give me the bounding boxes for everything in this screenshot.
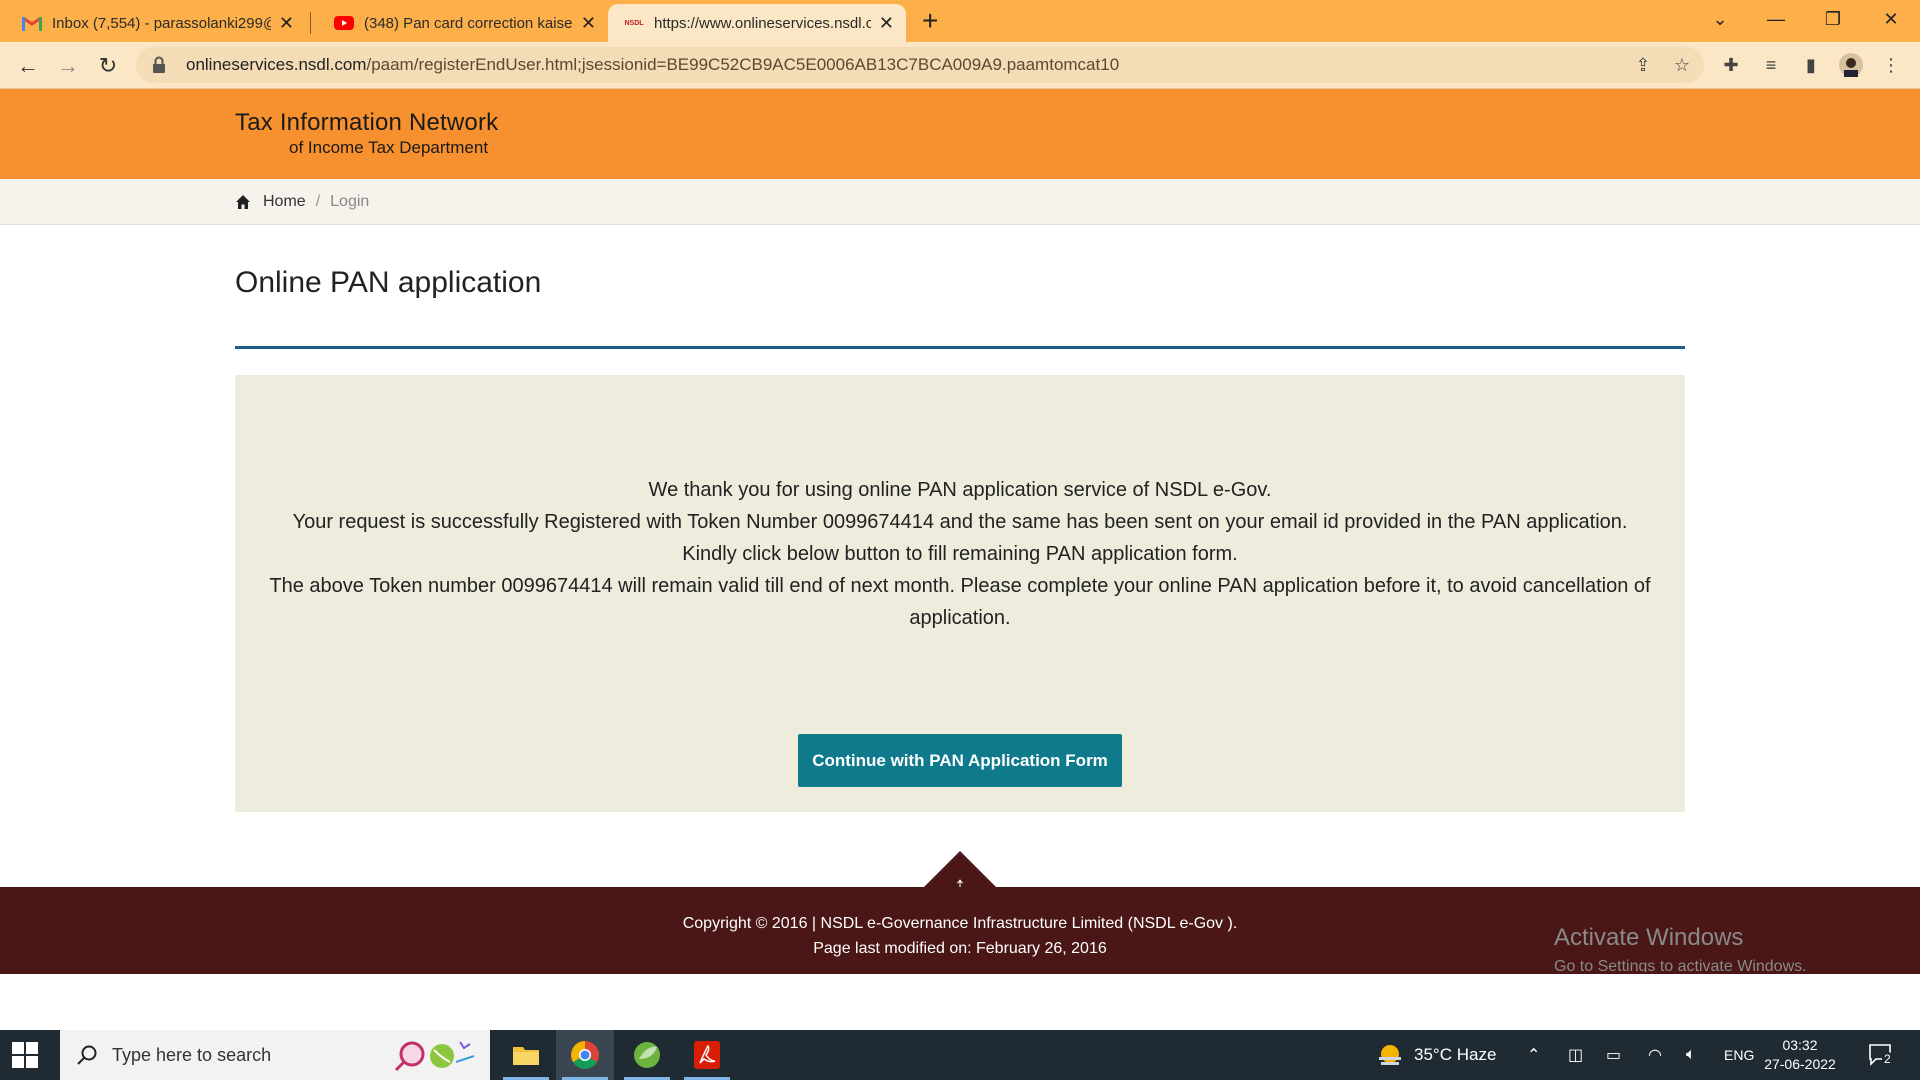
forward-icon[interactable]: → <box>52 50 84 82</box>
breadcrumb-separator: / <box>315 192 321 210</box>
url-host: onlineservices.nsdl.com <box>186 55 367 74</box>
weather-widget[interactable]: 35°C Haze <box>1376 1030 1496 1080</box>
url-text: onlineservices.nsdl.com/paam/registerEnd… <box>186 55 1119 75</box>
weather-text: 35°C Haze <box>1414 1045 1497 1064</box>
gmail-icon <box>22 13 42 33</box>
window-close-icon[interactable]: ✕ <box>1871 4 1911 34</box>
menu-kebab-icon[interactable]: ⋮ <box>1876 50 1906 80</box>
close-icon[interactable]: ✕ <box>581 13 596 34</box>
back-icon[interactable]: ← <box>12 50 44 82</box>
url-path: /paam/registerEndUser.html;jsessionid=BE… <box>366 55 1120 74</box>
site-logo[interactable]: Tax Information Network of Income Tax De… <box>235 109 498 158</box>
logo-line-2: of Income Tax Department <box>289 138 489 157</box>
close-icon[interactable]: ✕ <box>279 13 294 34</box>
nsdl-icon: NSDL <box>624 19 644 27</box>
windows-taskbar: Type here to search 35°C Haze ⌃ ◫ ▭ ◠ 🔈︎… <box>0 1030 1920 1080</box>
home-icon <box>236 194 250 209</box>
language-indicator[interactable]: ENG <box>1724 1030 1754 1080</box>
tab-nsdl[interactable]: NSDL https://www.onlineservices.nsdl.c ✕ <box>608 4 906 42</box>
file-explorer-icon[interactable] <box>497 1030 555 1080</box>
tab-title: https://www.onlineservices.nsdl.c <box>654 14 871 32</box>
clock-date: 27-06-2022 <box>1764 1056 1836 1072</box>
notification-count: 2 <box>1882 1052 1893 1066</box>
minimize-icon[interactable]: — <box>1756 4 1796 34</box>
browser-tab-bar: Inbox (7,554) - parassolanki299@ ✕ (348)… <box>0 0 1920 42</box>
search-icon <box>77 1045 97 1065</box>
taskbar-search-box[interactable]: Type here to search <box>60 1030 490 1080</box>
breadcrumb-current: Login <box>330 192 370 210</box>
side-panel-icon[interactable]: ▮ <box>1796 50 1826 80</box>
tab-search-icon[interactable]: ⌄ <box>1700 4 1740 34</box>
clock-time: 03:32 <box>1782 1037 1818 1053</box>
watermark-title: Activate Windows <box>1554 924 1744 951</box>
tray-chevron-up-icon[interactable]: ⌃ <box>1527 1030 1540 1080</box>
tab-title: (348) Pan card correction kaise k <box>364 14 573 32</box>
meet-now-icon[interactable]: ◫ <box>1568 1030 1583 1080</box>
tab-title: Inbox (7,554) - parassolanki299@ <box>52 14 271 32</box>
reload-icon[interactable]: ↻ <box>92 50 124 82</box>
close-icon[interactable]: ✕ <box>879 13 894 34</box>
continue-pan-form-button[interactable]: Continue with PAN Application Form <box>798 734 1122 787</box>
spring-tools-icon[interactable] <box>618 1030 676 1080</box>
weather-haze-icon <box>1379 1045 1401 1065</box>
message-line: Your request is successfully Registered … <box>292 511 1628 533</box>
youtube-icon <box>334 13 354 33</box>
new-tab-button[interactable]: + <box>922 6 938 36</box>
tab-gmail[interactable]: Inbox (7,554) - parassolanki299@ ✕ <box>0 4 306 42</box>
confirmation-panel: We thank you for using online PAN applic… <box>235 375 1685 812</box>
activate-windows-watermark: Activate Windows Go to Settings to activ… <box>1554 924 1807 972</box>
browser-toolbar: ← → ↻ onlineservices.nsdl.com/paam/regis… <box>0 42 1920 89</box>
acrobat-reader-icon[interactable] <box>678 1030 736 1080</box>
site-header: Tax Information Network of Income Tax De… <box>0 89 1920 179</box>
title-divider <box>235 346 1685 349</box>
battery-icon[interactable]: ▭ <box>1606 1030 1621 1080</box>
message-line: Kindly click below button to fill remain… <box>682 543 1238 565</box>
address-bar[interactable]: onlineservices.nsdl.com/paam/registerEnd… <box>136 47 1704 83</box>
message-line: The above Token number 0099674414 will r… <box>269 575 1651 629</box>
confirmation-message: We thank you for using online PAN applic… <box>235 474 1685 634</box>
lock-icon <box>153 56 165 73</box>
wifi-icon[interactable]: ◠ <box>1648 1030 1662 1080</box>
logo-line-1: Tax Information Network <box>235 109 499 136</box>
bookmark-star-icon[interactable]: ☆ <box>1667 50 1697 80</box>
taskbar-clock[interactable]: 03:32 27-06-2022 <box>1755 1036 1845 1074</box>
watermark-subtitle: Go to Settings to activate Windows. <box>1554 958 1807 972</box>
tab-youtube[interactable]: (348) Pan card correction kaise k ✕ <box>312 4 608 42</box>
breadcrumb-home-link[interactable]: Home <box>263 193 306 211</box>
restore-icon[interactable]: ❐ <box>1813 4 1853 34</box>
search-highlight-icon <box>394 1041 475 1072</box>
share-icon[interactable]: ⇪ <box>1628 50 1658 80</box>
page-title: Online PAN application <box>235 266 542 299</box>
search-placeholder: Type here to search <box>112 1044 272 1065</box>
profile-avatar[interactable] <box>1836 50 1866 80</box>
volume-icon[interactable]: 🔈︎ <box>1686 1030 1696 1080</box>
breadcrumb: Home / Login <box>0 179 1920 225</box>
media-control-icon[interactable]: ≡ <box>1756 50 1786 80</box>
chrome-icon[interactable] <box>556 1030 614 1080</box>
message-line: We thank you for using online PAN applic… <box>648 479 1272 501</box>
windows-start-icon[interactable] <box>12 1042 38 1068</box>
tab-divider <box>310 12 311 34</box>
notifications-icon[interactable]: 2 <box>1868 1030 1894 1080</box>
extensions-icon[interactable]: ✚ <box>1716 50 1746 80</box>
